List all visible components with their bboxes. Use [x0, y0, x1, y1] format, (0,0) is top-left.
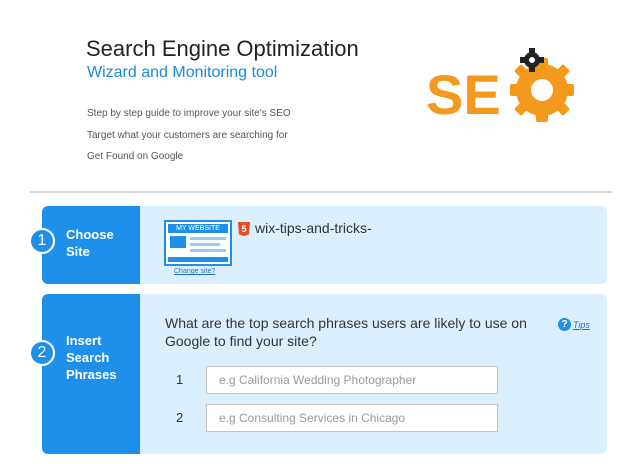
search-phrase-input-1[interactable]	[206, 366, 498, 394]
thumb-footer	[168, 257, 228, 262]
tagline: Get Found on Google	[87, 151, 184, 162]
tagline: Step by step guide to improve your site'…	[87, 108, 291, 119]
site-name: wix-tips-and-tricks-	[255, 220, 372, 236]
page-title: Search Engine Optimization	[86, 36, 359, 61]
step-insert-phrases: Insert Search Phrases What are the top s…	[42, 294, 607, 454]
image-icon	[170, 236, 186, 248]
page-header: Search Engine Optimization Wizard and Mo…	[0, 0, 619, 192]
search-phrase-input-2[interactable]	[206, 404, 498, 432]
thumb-line	[190, 243, 220, 246]
step-number-badge: 1	[29, 228, 55, 254]
header-divider	[30, 191, 612, 193]
change-site-link[interactable]: Change site?	[174, 268, 215, 275]
seo-logo: SE	[426, 48, 574, 124]
thumb-line	[190, 249, 226, 252]
thumb-line	[190, 237, 226, 240]
website-thumbnail[interactable]: MY WEBSITE	[164, 220, 232, 266]
gear-icon	[510, 58, 574, 122]
step-number-badge: 2	[29, 340, 55, 366]
thumbnail-label: MY WEBSITE	[168, 224, 228, 233]
help-icon[interactable]: ?	[558, 318, 571, 332]
tips[interactable]: ? Tips	[558, 316, 590, 334]
step-choose-site: Choose Site MY WEBSITE Change site? 5 wi…	[42, 206, 607, 284]
html5-icon: 5	[238, 222, 250, 236]
tagline: Target what your customers are searching…	[87, 130, 288, 141]
tips-link[interactable]: Tips	[573, 320, 590, 330]
logo-text: SE	[426, 63, 501, 124]
phrase-number: 1	[176, 372, 184, 387]
phrase-number: 2	[176, 410, 184, 425]
phrases-question: What are the top search phrases users ar…	[165, 315, 527, 349]
step-label: Insert Search Phrases	[66, 333, 117, 382]
page-subtitle: Wizard and Monitoring tool	[87, 64, 278, 81]
step-label: Choose Site	[66, 227, 114, 259]
